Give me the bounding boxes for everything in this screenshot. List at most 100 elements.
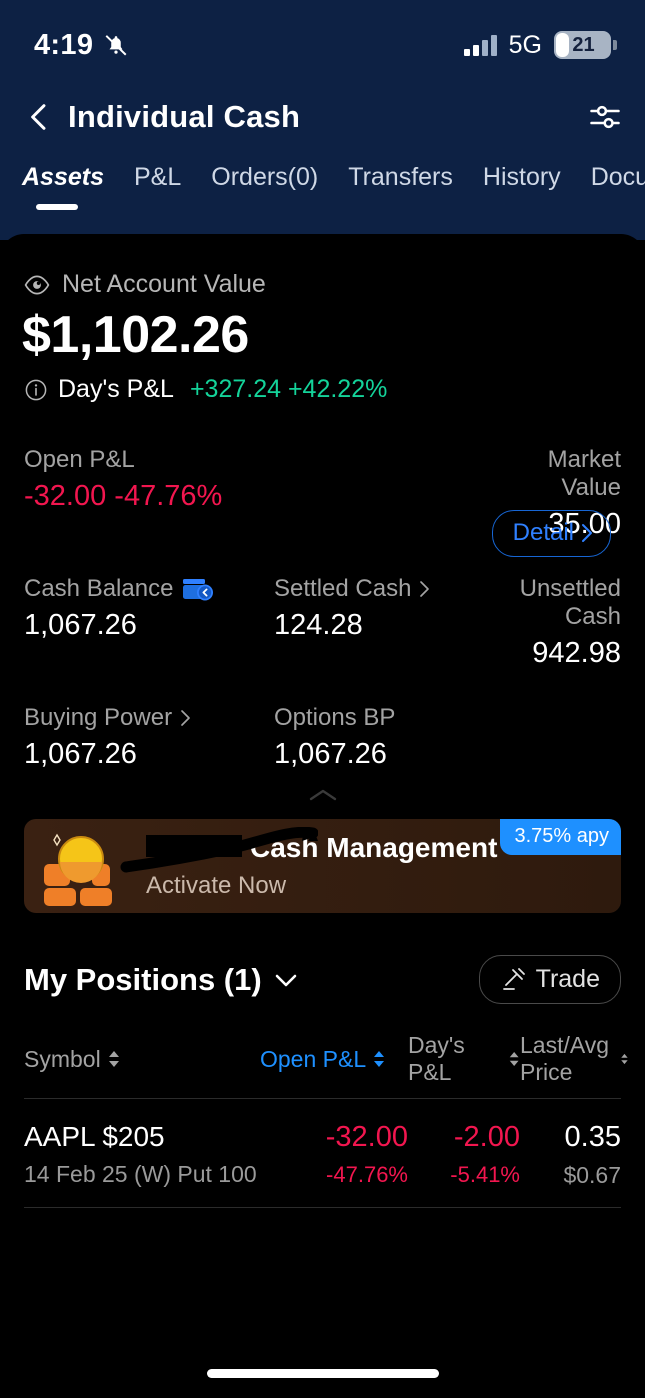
stat-settled-cash-value: 124.28	[274, 609, 363, 641]
stat-buying-power-value: 1,067.26	[24, 738, 137, 770]
stats-row-3: Buying Power 1,067.26 Options BP 1,067.2…	[24, 704, 621, 771]
gavel-icon	[502, 967, 525, 990]
column-header-symbol[interactable]: Symbol	[24, 1046, 260, 1073]
cell-symbol: AAPL $205 14 Feb 25 (W) Put 100	[24, 1121, 260, 1189]
detail-button[interactable]: Detail	[491, 510, 611, 557]
stat-options-bp-label: Options BP	[274, 704, 396, 731]
header-region: 4:19 5G 21 Individual Cash Assets P&L Or…	[0, 0, 645, 240]
chevron-down-icon[interactable]	[274, 972, 298, 988]
home-indicator[interactable]	[206, 1369, 439, 1378]
position-contract: 14 Feb 25 (W) Put 100	[24, 1161, 257, 1187]
stat-row3-spacer	[504, 704, 621, 771]
banner-subtitle[interactable]: Activate Now	[146, 872, 497, 900]
cell-days-pl: -2.00 -5.41%	[408, 1121, 520, 1189]
column-header-last-avg-price-label: Last/Avg Price	[520, 1032, 610, 1085]
stat-market-value-label: Market Value	[547, 446, 621, 501]
stat-cash-balance-label: Cash Balance	[24, 575, 174, 602]
stat-settled-cash[interactable]: Settled Cash 124.28	[274, 575, 504, 670]
positions-table: Symbol Open P&L Day's P&L Last/Avg Price…	[0, 1032, 645, 1208]
banner-title: Cash Management	[250, 832, 498, 863]
stat-cash-balance-label-row: Cash Balance	[24, 575, 274, 603]
chevron-left-icon[interactable]	[22, 100, 56, 134]
stat-settled-cash-label: Settled Cash	[274, 575, 412, 602]
trade-button-label: Trade	[535, 965, 600, 993]
collapse-stats-control[interactable]	[0, 787, 645, 803]
stat-cash-balance: Cash Balance 1,067.26	[24, 575, 274, 670]
net-account-value: $1,102.26	[22, 306, 249, 364]
apy-badge: 3.75% apy	[500, 819, 621, 855]
position-days-pl: -2.00	[453, 1121, 520, 1153]
app-screen: 4:19 5G 21 Individual Cash Assets P&L Or…	[0, 0, 645, 1398]
stat-unsettled-cash-value: 942.98	[532, 637, 621, 669]
navigation-bar: Individual Cash	[0, 88, 645, 146]
days-pl-label: Day's P&L	[58, 375, 174, 403]
column-header-days-pl[interactable]: Day's P&L	[408, 1032, 520, 1086]
table-row[interactable]: AAPL $205 14 Feb 25 (W) Put 100 -32.00 -…	[24, 1099, 621, 1207]
sort-arrows-icon	[621, 1053, 628, 1065]
stat-buying-power-label-row: Buying Power	[24, 704, 274, 732]
tab-pl[interactable]: P&L	[134, 163, 181, 206]
trade-button[interactable]: Trade	[478, 955, 621, 1004]
days-pl-value: +327.24 +42.22%	[189, 375, 388, 403]
cellular-bars-icon	[463, 34, 497, 56]
eye-icon[interactable]	[24, 274, 50, 295]
tab-history[interactable]: History	[483, 163, 561, 206]
position-days-pl-pct: -5.41%	[450, 1162, 520, 1187]
position-open-pl-pct: -47.76%	[326, 1162, 408, 1187]
positions-table-header: Symbol Open P&L Day's P&L Last/Avg Price	[24, 1032, 628, 1098]
stat-open-pl-value: -32.00 -47.76%	[24, 480, 223, 512]
status-bar-left: 4:19	[34, 29, 129, 62]
position-avg-price: $0.67	[563, 1162, 621, 1188]
tab-documents[interactable]: Documents	[591, 163, 645, 206]
table-divider-bottom	[24, 1207, 621, 1208]
tab-transfers[interactable]: Transfers	[348, 163, 453, 206]
bell-slash-icon	[105, 35, 127, 56]
stat-options-bp-value: 1,067.26	[274, 738, 387, 770]
tab-assets-label: Assets	[22, 163, 104, 191]
stat-unsettled-cash: Unsettled Cash 942.98	[504, 575, 621, 670]
status-bar-right: 5G 21	[463, 30, 617, 60]
wallet-icon[interactable]	[181, 576, 215, 602]
position-open-pl: -32.00	[325, 1121, 408, 1153]
detail-button-label: Detail	[512, 519, 574, 546]
tab-active-underline	[36, 204, 78, 210]
battery-percent: 21	[572, 33, 595, 56]
page-title: Individual Cash	[68, 99, 301, 134]
redacted-brand-name	[146, 835, 242, 857]
chevron-right-icon	[420, 581, 430, 597]
net-account-value-label: Net Account Value	[62, 270, 266, 298]
column-header-symbol-label: Symbol	[24, 1045, 101, 1072]
cell-open-pl: -32.00 -47.76%	[260, 1121, 408, 1189]
network-type: 5G	[508, 30, 542, 59]
position-last-price: 0.35	[564, 1121, 621, 1153]
sort-arrows-icon	[509, 1051, 519, 1067]
chevron-right-icon	[582, 524, 592, 542]
column-header-open-pl-label: Open P&L	[260, 1045, 367, 1072]
tab-assets[interactable]: Assets	[22, 163, 104, 210]
info-circle-icon[interactable]	[24, 378, 48, 402]
stat-open-pl: Open P&L -32.00 -47.76%	[24, 446, 274, 541]
stat-settled-cash-label-row: Settled Cash	[274, 575, 504, 603]
stat-buying-power[interactable]: Buying Power 1,067.26	[24, 704, 274, 771]
stat-cash-balance-value: 1,067.26	[24, 609, 137, 641]
column-header-last-avg-price[interactable]: Last/Avg Price	[520, 1032, 629, 1086]
banner-title-row: Cash Management	[146, 832, 497, 864]
stat-row1-spacer	[274, 446, 504, 541]
coin-on-bricks-icon	[36, 826, 140, 906]
positions-title: My Positions (1)	[24, 961, 262, 997]
positions-header: My Positions (1) Trade	[0, 913, 645, 1004]
stat-unsettled-cash-label: Unsettled Cash	[519, 575, 621, 630]
stat-open-pl-label: Open P&L	[24, 446, 135, 473]
account-stats: Open P&L -32.00 -47.76% Market Value 35.…	[0, 404, 645, 771]
sliders-filter-icon[interactable]	[587, 99, 623, 135]
cash-management-banner[interactable]: Cash Management Activate Now 3.75% apy	[24, 819, 621, 913]
chevron-up-icon	[309, 789, 336, 801]
cell-last-avg-price: 0.35 $0.67	[520, 1121, 621, 1189]
stats-row-2: Cash Balance 1,067.26 Settled Cash 124.2…	[24, 575, 621, 670]
column-header-days-pl-label: Day's P&L	[408, 1032, 465, 1085]
stat-buying-power-label: Buying Power	[24, 704, 173, 731]
tab-bar: Assets P&L Orders(0) Transfers History D…	[0, 163, 645, 223]
column-header-open-pl[interactable]: Open P&L	[260, 1046, 408, 1073]
status-time: 4:19	[34, 28, 94, 61]
tab-orders[interactable]: Orders(0)	[211, 163, 318, 206]
